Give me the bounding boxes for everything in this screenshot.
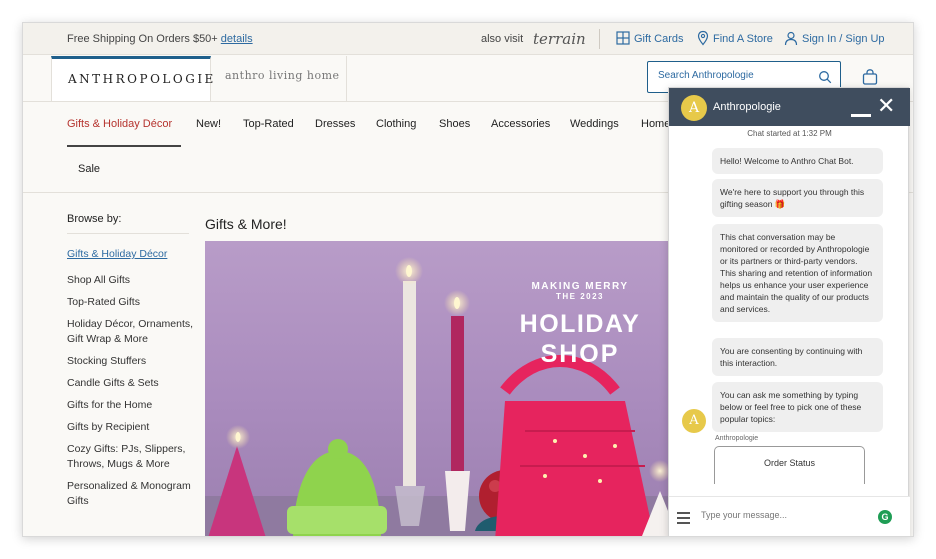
close-icon[interactable]: ✕	[877, 94, 895, 118]
nav-home[interactable]: Home	[641, 118, 670, 130]
hero-year-text: THE 2023	[555, 292, 605, 301]
also-visit-label: also visit	[481, 33, 524, 45]
nav-sale[interactable]: Sale	[78, 163, 100, 175]
nav-gifts-holiday-decor[interactable]: Gifts & Holiday Décor	[67, 118, 172, 130]
find-store-link[interactable]: Find A Store	[713, 33, 773, 45]
sidebar-item-shop-all-gifts[interactable]: Shop All Gifts	[67, 273, 197, 288]
shipping-text: Free Shipping On Orders $50+	[67, 33, 218, 45]
chat-message: You can ask me something by typing below…	[712, 382, 883, 432]
sidebar-item-gifts-by-recipient[interactable]: Gifts by Recipient	[67, 420, 197, 435]
nav-accessories[interactable]: Accessories	[491, 118, 550, 130]
topic-option-order-status[interactable]: Order Status	[714, 446, 865, 484]
nav-clothing[interactable]: Clothing	[376, 118, 416, 130]
sidebar-item-personalized-gifts[interactable]: Personalized & Monogram Gifts	[67, 479, 197, 509]
hero-line-2: SHOP	[540, 340, 620, 368]
chat-message: Hello! Welcome to Anthro Chat Bot.	[712, 148, 883, 174]
holiday-shop-hero-banner[interactable]: MAKING MERRY THE 2023 HOLIDAY SHOP	[205, 241, 695, 536]
nav-dresses[interactable]: Dresses	[315, 118, 355, 130]
chat-title: Anthropologie	[713, 101, 781, 113]
sidebar-item-top-rated-gifts[interactable]: Top-Rated Gifts	[67, 295, 197, 310]
promo-divider	[599, 29, 600, 49]
nav-shoes[interactable]: Shoes	[439, 118, 470, 130]
grammarly-icon[interactable]: G	[878, 510, 892, 524]
sidebar-item-stocking-stuffers[interactable]: Stocking Stuffers	[67, 354, 197, 369]
chat-message: We're here to support you through this g…	[712, 179, 883, 217]
anthropologie-logo-tab[interactable]: ANTHROPOLOGIE	[51, 56, 213, 101]
menu-icon[interactable]	[677, 512, 690, 527]
sidebar-item-cozy-gifts[interactable]: Cozy Gifts: PJs, Slippers, Throws, Mugs …	[67, 442, 197, 472]
browse-divider	[67, 233, 189, 234]
chat-compose-bar: G	[669, 496, 910, 536]
nav-top-rated[interactable]: Top-Rated	[243, 118, 294, 130]
hero-small-text: MAKING MERRY	[531, 281, 629, 292]
gift-cards-link[interactable]: Gift Cards	[634, 33, 684, 45]
minimize-icon[interactable]	[851, 114, 871, 117]
user-icon	[784, 31, 798, 46]
nav-weddings[interactable]: Weddings	[570, 118, 619, 130]
gift-card-icon	[616, 31, 630, 45]
chat-header: A Anthropologie ✕	[669, 88, 910, 126]
nav-new[interactable]: New!	[196, 118, 221, 130]
browser-viewport: Free Shipping On Orders $50+ details als…	[22, 22, 914, 537]
category-sidebar: Gifts & Holiday Décor Shop All Gifts Top…	[67, 247, 197, 516]
browse-by-heading: Browse by:	[67, 213, 122, 225]
sign-in-link[interactable]: Sign In / Sign Up	[802, 33, 885, 45]
message-sender-label: Anthropologie	[715, 435, 759, 442]
chat-started-timestamp: Chat started at 1:32 PM	[747, 129, 832, 138]
chat-avatar: A	[681, 95, 707, 121]
sidebar-item-gifts-for-home[interactable]: Gifts for the Home	[67, 398, 197, 413]
promo-bar: Free Shipping On Orders $50+ details als…	[23, 23, 913, 55]
sidebar-item-gifts-holiday-decor[interactable]: Gifts & Holiday Décor	[67, 247, 197, 262]
nav-active-underline	[67, 145, 181, 147]
sidebar-item-holiday-decor[interactable]: Holiday Décor, Ornaments, Gift Wrap & Mo…	[67, 317, 197, 347]
page-title: Gifts & More!	[205, 216, 287, 232]
location-pin-icon	[697, 30, 709, 46]
search-icon[interactable]	[818, 70, 832, 84]
chat-message: You are consenting by continuing with th…	[712, 338, 883, 376]
anthro-living-home-tab[interactable]: anthro living home	[211, 56, 347, 101]
chat-widget: A Anthropologie ✕ Chat started at 1:32 P…	[668, 87, 910, 536]
terrain-link[interactable]: terrain	[533, 30, 586, 48]
hero-line-1: HOLIDAY	[519, 310, 641, 338]
shipping-promo: Free Shipping On Orders $50+ details	[67, 33, 253, 45]
shopping-bag-icon[interactable]	[861, 68, 879, 86]
bot-avatar: A	[682, 409, 706, 433]
anthro-living-home-logo: anthro living home	[225, 69, 340, 82]
chat-message: This chat conversation may be monitored …	[712, 224, 883, 322]
anthropologie-logo: ANTHROPOLOGIE	[68, 72, 216, 86]
hero-headline: MAKING MERRY THE 2023 HOLIDAY SHOP	[505, 281, 655, 369]
details-link[interactable]: details	[221, 33, 253, 45]
search-input[interactable]	[658, 70, 808, 81]
chat-message-input[interactable]	[701, 510, 841, 520]
sidebar-item-candle-gifts[interactable]: Candle Gifts & Sets	[67, 376, 197, 391]
